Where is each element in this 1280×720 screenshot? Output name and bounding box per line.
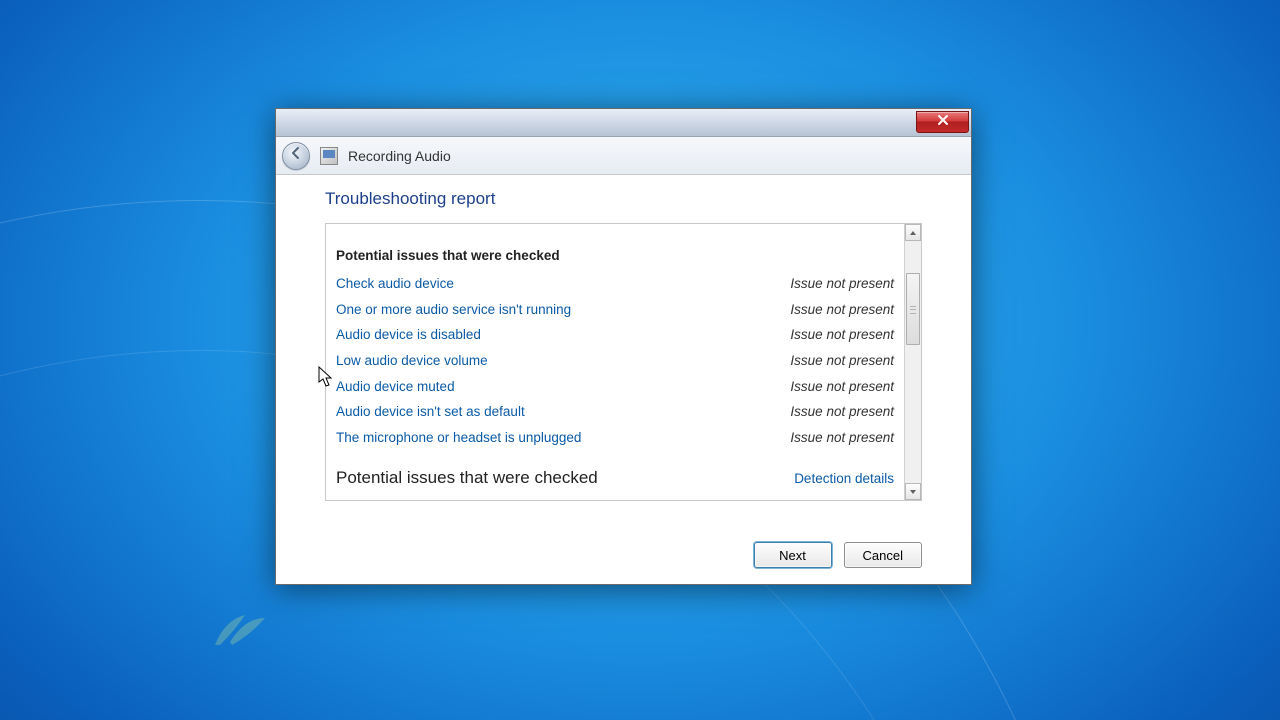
decor-leaf xyxy=(210,600,270,650)
issue-status: Issue not present xyxy=(790,271,894,297)
issues-list: Check audio deviceIssue not presentOne o… xyxy=(336,271,894,450)
issue-row: Check audio device Issue not present xyxy=(336,271,894,297)
back-button[interactable] xyxy=(282,142,310,170)
scrollbar-track[interactable] xyxy=(905,241,921,483)
issue-status: Issue not present xyxy=(790,348,894,374)
issue-status: Issue not present xyxy=(790,425,894,451)
scroll-down-button[interactable] xyxy=(905,483,921,500)
detection-details-link[interactable]: Detection details xyxy=(794,471,894,486)
wizard-client-area: Troubleshooting report Potential issues … xyxy=(280,175,967,580)
cancel-button[interactable]: Cancel xyxy=(844,542,922,568)
issue-row: Low audio device volume Issue not present xyxy=(336,348,894,374)
issue-row: The microphone or headset is unplugged Is… xyxy=(336,425,894,451)
wizard-buttons: Next Cancel xyxy=(754,542,922,568)
issue-row: Audio device muted Issue not present xyxy=(336,374,894,400)
scrollbar-thumb[interactable] xyxy=(906,273,920,345)
desktop-wallpaper: Recording Audio Troubleshooting report P… xyxy=(0,0,1280,720)
arrow-left-icon xyxy=(289,146,303,165)
troubleshooter-icon xyxy=(320,147,338,165)
issue-row: Audio device isn't set as default Issue n… xyxy=(336,399,894,425)
issue-status: Issue not present xyxy=(790,297,894,323)
issue-status: Issue not present xyxy=(790,374,894,400)
wizard-title: Recording Audio xyxy=(348,148,451,164)
secondary-section-heading: Potential issues that were checked xyxy=(336,468,598,488)
wizard-header: Recording Audio xyxy=(276,137,971,175)
issue-link[interactable]: Audio device muted xyxy=(336,374,455,400)
troubleshooter-window: Recording Audio Troubleshooting report P… xyxy=(275,108,972,585)
chevron-down-icon xyxy=(909,483,917,501)
issue-link[interactable]: Audio device is disabled xyxy=(336,322,481,348)
window-titlebar[interactable] xyxy=(276,109,971,137)
report-panel: Potential issues that were checked Check… xyxy=(325,223,922,501)
close-button[interactable] xyxy=(916,111,969,133)
next-button[interactable]: Next xyxy=(754,542,832,568)
issue-row: One or more audio service isn't running I… xyxy=(336,297,894,323)
page-title: Troubleshooting report xyxy=(325,189,922,209)
issue-row: Audio device is disabled Issue not presen… xyxy=(336,322,894,348)
close-icon xyxy=(937,113,949,131)
issue-status: Issue not present xyxy=(790,322,894,348)
issue-link[interactable]: The microphone or headset is unplugged xyxy=(336,425,581,451)
issue-link[interactable]: Low audio device volume xyxy=(336,348,488,374)
issue-link[interactable]: Audio device isn't set as default xyxy=(336,399,525,425)
scrollbar[interactable] xyxy=(904,224,921,500)
issues-checked-heading: Potential issues that were checked xyxy=(336,248,894,263)
issue-status: Issue not present xyxy=(790,399,894,425)
issue-link[interactable]: Check audio device xyxy=(336,271,454,297)
scroll-up-button[interactable] xyxy=(905,224,921,241)
chevron-up-icon xyxy=(909,224,917,242)
issue-link[interactable]: One or more audio service isn't running xyxy=(336,297,571,323)
report-content: Potential issues that were checked Check… xyxy=(326,224,904,500)
